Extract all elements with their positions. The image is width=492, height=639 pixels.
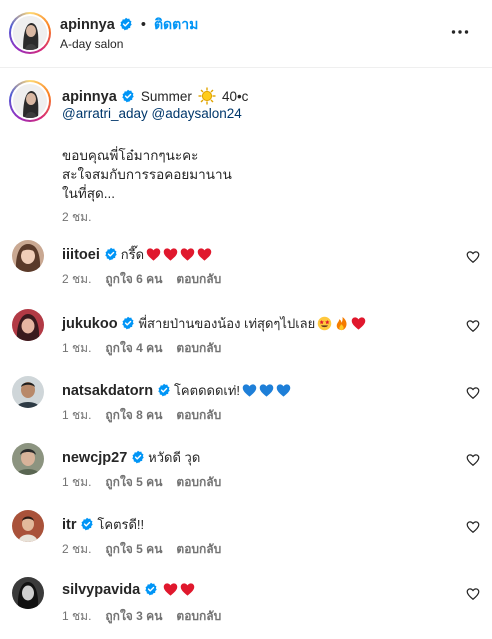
commenter-username[interactable]: itr	[62, 517, 77, 533]
red-heart-emoji-icon	[146, 248, 161, 261]
like-heart-icon[interactable]	[466, 453, 480, 467]
verified-badge-icon	[145, 582, 157, 596]
red-heart-emoji-icon	[180, 583, 195, 596]
comment-item: iiitoei กรี๊ด 2 ชม. ถูกใจ 6 คน ตอบกลับ	[0, 240, 492, 306]
comment-likes-count[interactable]: ถูกใจ 6 คน	[105, 272, 162, 286]
comment-timestamp[interactable]: 2 ชม.	[62, 542, 91, 556]
comment-likes-count[interactable]: ถูกใจ 5 คน	[105, 475, 162, 489]
location-label[interactable]: A-day salon	[60, 37, 123, 51]
commenter-username[interactable]: natsakdatorn	[62, 383, 153, 399]
reply-button[interactable]: ตอบกลับ	[176, 542, 221, 556]
post-header: apinnya • ติดตาม A-day salon	[0, 0, 492, 68]
caption-mentions: @arratri_aday @adaysalon24	[62, 106, 242, 121]
commenter-avatar[interactable]	[12, 309, 44, 341]
comment-item: jukukoo พี่สายป่านของน้อง เท่สุดๆไปเลย 1 …	[0, 309, 492, 375]
comment-text: หวัดดี วุด	[148, 450, 201, 465]
blue-heart-emoji-icon	[276, 384, 291, 397]
commenter-avatar[interactable]	[12, 577, 44, 609]
comment-timestamp[interactable]: 2 ชม.	[62, 272, 91, 286]
header-username[interactable]: apinnya	[60, 17, 115, 33]
comment-body: silvypavida	[62, 581, 195, 598]
comment-item: natsakdatorn โคตดดดเท่! 1 ชม. ถูกใจ 8 คน ตอ…	[0, 376, 492, 442]
comment-timestamp[interactable]: 1 ชม.	[62, 475, 91, 489]
red-heart-emoji-icon	[163, 248, 178, 261]
comment-item: itr โคตรดี!! 2 ชม. ถูกใจ 5 คน ตอบกลับ	[0, 510, 492, 576]
comment-likes-count[interactable]: ถูกใจ 5 คน	[105, 542, 162, 556]
like-heart-icon[interactable]	[466, 319, 480, 333]
red-heart-emoji-icon	[197, 248, 212, 261]
separator-dot: •	[140, 17, 146, 33]
verified-badge-icon	[105, 247, 117, 261]
comment-text: โคตรดี!!	[97, 517, 145, 532]
reply-button[interactable]: ตอบกลับ	[176, 408, 221, 422]
fire-emoji-icon	[336, 316, 347, 331]
comment-body: newcjp27 หวัดดี วุด	[62, 447, 200, 468]
comment-text: พี่สายป่านของน้อง เท่สุดๆไปเลย	[138, 316, 316, 331]
verified-badge-icon	[122, 316, 135, 330]
red-heart-emoji-icon	[163, 583, 178, 596]
commenter-username[interactable]: silvypavida	[62, 582, 140, 598]
reply-button[interactable]: ตอบกลับ	[176, 609, 221, 623]
verified-badge-icon	[120, 17, 132, 31]
comment-meta: 2 ชม. ถูกใจ 6 คน ตอบกลับ	[62, 270, 235, 289]
caption-text-line: ในที่สุด...	[62, 186, 115, 201]
comment-body: itr โคตรดี!!	[62, 514, 144, 535]
comment-item: newcjp27 หวัดดี วุด 1 ชม. ถูกใจ 5 คน ตอบกลั…	[0, 443, 492, 509]
comment-text: กรี๊ด	[120, 247, 145, 262]
commenter-username[interactable]: iiitoei	[62, 247, 100, 263]
follow-button[interactable]: ติดตาม	[154, 16, 198, 32]
header-title: apinnya • ติดตาม	[60, 14, 198, 36]
commenter-avatar[interactable]	[12, 240, 44, 272]
author-avatar[interactable]	[9, 12, 51, 54]
reply-button[interactable]: ตอบกลับ	[176, 341, 221, 355]
comment-likes-count[interactable]: ถูกใจ 4 คน	[105, 341, 162, 355]
commenter-avatar[interactable]	[12, 443, 44, 475]
comment-meta: 2 ชม. ถูกใจ 5 คน ตอบกลับ	[62, 540, 235, 559]
verified-badge-icon	[122, 89, 134, 103]
comment-body: natsakdatorn โคตดดดเท่!	[62, 380, 291, 401]
caption-temp-text: 40•c	[221, 89, 249, 104]
comment-likes-count[interactable]: ถูกใจ 8 คน	[105, 408, 162, 422]
sun-emoji-icon	[198, 87, 216, 105]
verified-badge-icon	[81, 517, 94, 531]
commenter-avatar[interactable]	[12, 510, 44, 542]
red-heart-emoji-icon	[180, 248, 195, 261]
like-heart-icon[interactable]	[466, 386, 480, 400]
reply-button[interactable]: ตอบกลับ	[176, 475, 221, 489]
blue-heart-emoji-icon	[242, 384, 257, 397]
comment-meta: 1 ชม. ถูกใจ 5 คน ตอบกลับ	[62, 473, 235, 492]
comment-body: iiitoei กรี๊ด	[62, 244, 212, 265]
caption-summer-text: Summer	[140, 89, 192, 104]
comment-timestamp[interactable]: 1 ชม.	[62, 408, 91, 422]
commenter-username[interactable]: jukukoo	[62, 316, 118, 332]
comment-likes-count[interactable]: ถูกใจ 3 คน	[105, 609, 162, 623]
caption-avatar[interactable]	[9, 80, 51, 122]
caption-timestamp[interactable]: 2 ชม.	[62, 208, 91, 227]
mention-link[interactable]: @arratri_aday	[62, 106, 148, 121]
caption-username[interactable]: apinnya	[62, 89, 117, 105]
blue-heart-emoji-icon	[259, 384, 274, 397]
star-struck-emoji-icon	[317, 316, 332, 331]
reply-button[interactable]: ตอบกลับ	[176, 272, 221, 286]
comment-meta: 1 ชม. ถูกใจ 3 คน ตอบกลับ	[62, 607, 235, 626]
verified-badge-icon	[132, 450, 144, 464]
commenter-username[interactable]: newcjp27	[62, 450, 127, 466]
comment-timestamp[interactable]: 1 ชม.	[62, 609, 91, 623]
comment-item: silvypavida 1 ชม. ถูกใจ 3 คน ตอบกลับ	[0, 577, 492, 639]
verified-badge-icon	[158, 383, 170, 397]
like-heart-icon[interactable]	[466, 520, 480, 534]
comment-meta: 1 ชม. ถูกใจ 8 คน ตอบกลับ	[62, 406, 235, 425]
red-heart-emoji-icon	[351, 317, 366, 330]
like-heart-icon[interactable]	[466, 587, 480, 601]
comment-body: jukukoo พี่สายป่านของน้อง เท่สุดๆไปเลย	[62, 313, 366, 334]
more-options-icon[interactable]	[450, 22, 470, 42]
comment-timestamp[interactable]: 1 ชม.	[62, 341, 91, 355]
mention-link[interactable]: @adaysalon24	[152, 106, 242, 121]
caption-header-line: apinnya Summer 40•c	[62, 87, 248, 105]
comment-meta: 1 ชม. ถูกใจ 4 คน ตอบกลับ	[62, 339, 235, 358]
comment-text: โคตดดดเท่!	[173, 383, 241, 398]
commenter-avatar[interactable]	[12, 376, 44, 408]
like-heart-icon[interactable]	[466, 250, 480, 264]
